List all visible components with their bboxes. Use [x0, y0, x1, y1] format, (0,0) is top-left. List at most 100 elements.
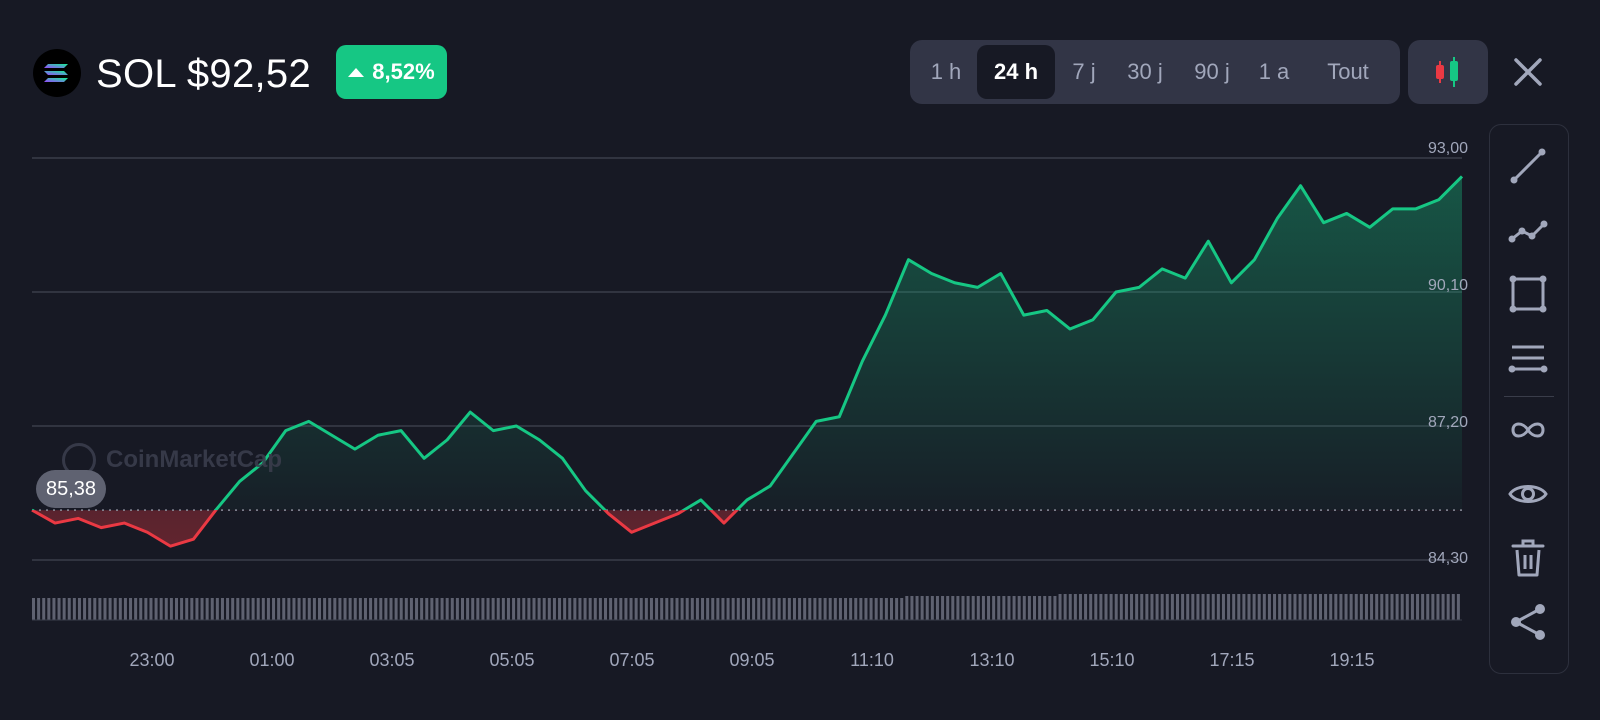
volume-bar: [935, 596, 939, 620]
volume-bar: [604, 598, 607, 620]
volume-bar: [920, 596, 924, 620]
volume-bar: [220, 598, 224, 620]
volume-bar: [981, 596, 985, 620]
volume-bar: [318, 598, 321, 620]
volume-bar: [236, 598, 240, 620]
chart-type-toggle-button[interactable]: [1408, 40, 1488, 104]
volume-bar: [578, 598, 582, 620]
volume-bar: [1007, 596, 1011, 620]
rectangle-icon: [1509, 275, 1547, 313]
volume-bar: [649, 598, 653, 620]
volume-bar: [874, 598, 878, 620]
volume-bar: [1043, 596, 1047, 620]
volume-bar: [1073, 594, 1077, 620]
volume-bar: [512, 598, 516, 620]
volume-bar: [925, 596, 929, 620]
volume-bar: [108, 598, 112, 620]
volume-bar: [348, 598, 352, 620]
range-1h-button[interactable]: 1 h: [918, 45, 974, 99]
volume-bar: [134, 598, 138, 620]
volume-bar: [93, 598, 97, 620]
volume-bar: [1078, 594, 1082, 620]
volume-bar: [803, 598, 807, 620]
rectangle-tool-button[interactable]: [1505, 271, 1551, 317]
volume-bar: [466, 598, 470, 620]
range-all-button[interactable]: Tout: [1304, 45, 1392, 99]
volume-bar: [1191, 594, 1195, 620]
range-30d-button[interactable]: 30 j: [1113, 45, 1177, 99]
volume-bar: [1293, 594, 1297, 620]
volume-bar: [787, 598, 791, 620]
volume-bar: [706, 598, 710, 620]
volume-bar: [905, 596, 909, 620]
volume-bar: [1196, 594, 1200, 620]
volume-bar: [1170, 594, 1174, 620]
volume-bar: [205, 598, 209, 620]
volume-bar: [1400, 594, 1404, 620]
volume-bar: [169, 598, 173, 620]
volume-bar: [1176, 594, 1179, 620]
volume-bar: [328, 598, 332, 620]
volume-bar: [547, 598, 551, 620]
price-change-badge: 8,52%: [336, 45, 447, 99]
volume-bar: [644, 598, 648, 620]
close-button[interactable]: [1508, 52, 1548, 92]
infinite-line-tool-button[interactable]: [1505, 407, 1551, 453]
volume-bar: [966, 596, 970, 620]
volume-bar: [639, 598, 643, 620]
volume-bar: [721, 598, 725, 620]
volume-bar: [695, 598, 699, 620]
volume-bar: [312, 598, 316, 620]
volume-bar: [1385, 594, 1389, 620]
volume-bar: [1273, 594, 1277, 620]
volume-bar: [946, 596, 950, 620]
visibility-toggle-button[interactable]: [1505, 471, 1551, 517]
volume-bar: [501, 598, 505, 620]
volume-bar: [655, 598, 659, 620]
volume-bar: [798, 598, 802, 620]
volume-bar: [690, 598, 694, 620]
trend-line-tool-button[interactable]: [1505, 143, 1551, 189]
share-button[interactable]: [1505, 599, 1551, 645]
volume-bar: [670, 598, 674, 620]
volume-bar: [118, 598, 122, 620]
delete-drawings-button[interactable]: [1505, 535, 1551, 581]
volume-bar: [261, 598, 265, 620]
range-90d-button[interactable]: 90 j: [1180, 45, 1244, 99]
volume-bar: [1359, 594, 1363, 620]
volume-bar: [420, 598, 424, 620]
volume-bar: [522, 598, 526, 620]
volume-bar: [358, 598, 362, 620]
horizontal-lines-tool-button[interactable]: [1505, 335, 1551, 381]
volume-bar: [42, 598, 46, 620]
volume-bar: [1247, 594, 1251, 620]
volume-bar: [1109, 594, 1113, 620]
polyline-tool-button[interactable]: [1505, 207, 1551, 253]
volume-bar: [1390, 594, 1394, 620]
x-tick-label: 23:00: [129, 650, 175, 670]
range-7d-button[interactable]: 7 j: [1058, 45, 1110, 99]
volume-bar: [455, 598, 459, 620]
volume-bar: [1089, 594, 1093, 620]
volume-bar: [1319, 594, 1322, 620]
area-fill-up: [215, 176, 1462, 511]
volume-bar: [828, 598, 832, 620]
volume-bar: [292, 598, 296, 620]
volume-bar: [772, 598, 776, 620]
volume-bar: [813, 598, 817, 620]
volume-bar: [1421, 594, 1425, 620]
volume-bar: [741, 598, 745, 620]
range-1y-button[interactable]: 1 a: [1247, 45, 1301, 99]
volume-bar: [496, 598, 500, 620]
volume-bar: [77, 598, 81, 620]
volume-bar: [1410, 594, 1414, 620]
volume-bar: [1334, 594, 1338, 620]
volume-bar: [762, 598, 766, 620]
volume-bar: [37, 598, 41, 620]
volume-bar: [1354, 594, 1358, 620]
price-chart[interactable]: CoinMarketCap 93,00 90,10 87,20 84,30 23…: [0, 120, 1480, 720]
volume-bar: [1237, 594, 1241, 620]
range-24h-button[interactable]: 24 h: [977, 45, 1055, 99]
volume-bar: [660, 598, 664, 620]
x-tick-label: 03:05: [369, 650, 415, 670]
